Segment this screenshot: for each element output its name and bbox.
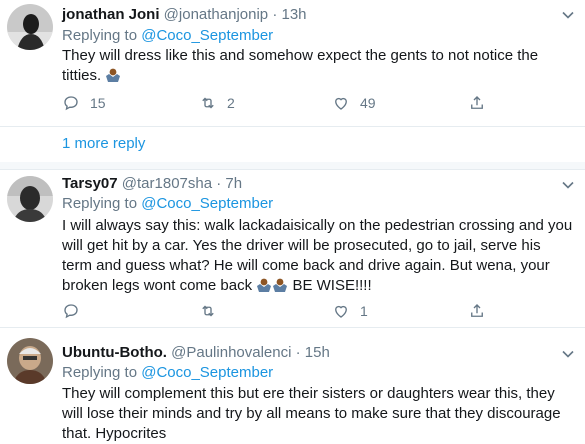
text-line: will lose their minds and try by all mea… <box>62 405 561 422</box>
tweet-text: They will dress like this and somehow ex… <box>62 46 572 86</box>
tweet[interactable]: jonathan Joni @jonathanjonip · 13h Reply… <box>0 0 585 122</box>
separator-dot: · <box>272 6 278 23</box>
reply-button[interactable]: 15 <box>62 93 106 113</box>
replying-to-label: Replying to <box>62 364 138 381</box>
user-handle[interactable]: @Paulinhovalenci <box>171 344 291 361</box>
reply-count: 15 <box>90 95 106 111</box>
reply-icon <box>64 96 78 111</box>
avatar[interactable] <box>7 4 53 50</box>
tweet-text: I will always say this: walk lackadaisic… <box>62 216 582 296</box>
replying-to: Replying to @Coco_September <box>62 364 273 381</box>
tweet-header: Ubuntu-Botho. @Paulinhovalenci · 15h <box>62 344 330 361</box>
text-line: that. Hypocrites <box>62 425 167 442</box>
retweet-icon <box>202 305 214 317</box>
man-shrugging-emoji <box>257 278 272 292</box>
avatar[interactable] <box>7 338 53 384</box>
tweet-actions: 15 2 49 <box>62 93 532 113</box>
timestamp[interactable]: 7h <box>225 175 242 192</box>
tweet-text: They will complement this but ere their … <box>62 384 582 444</box>
reply-icon <box>64 304 78 319</box>
share-button[interactable] <box>468 93 486 113</box>
like-button[interactable]: 49 <box>332 93 376 113</box>
tweet-actions: 1 <box>62 301 532 321</box>
display-name[interactable]: Tarsy07 <box>62 175 118 192</box>
thread-gap <box>0 162 585 169</box>
user-handle[interactable]: @tar1807sha <box>122 175 212 192</box>
reply-button[interactable] <box>62 301 90 321</box>
share-button[interactable] <box>468 301 486 321</box>
retweet-button[interactable]: 2 <box>199 93 235 113</box>
like-icon <box>335 305 347 318</box>
text-line: term and guess what? He will come back a… <box>62 257 550 274</box>
tweet-header: Tarsy07 @tar1807sha · 7h <box>62 175 242 192</box>
retweet-count: 2 <box>227 95 235 111</box>
tweet[interactable]: Tarsy07 @tar1807sha · 7h Replying to @Co… <box>0 170 585 325</box>
mention-link[interactable]: @Coco_September <box>141 195 273 212</box>
caret-down-icon[interactable] <box>561 178 575 192</box>
retweet-icon <box>202 97 214 109</box>
mention-link[interactable]: @Coco_September <box>141 364 273 381</box>
like-icon <box>335 97 347 110</box>
mention-link[interactable]: @Coco_September <box>141 27 273 44</box>
timestamp[interactable]: 15h <box>305 344 330 361</box>
more-replies-row[interactable]: 1 more reply <box>0 127 585 162</box>
retweet-button[interactable] <box>199 301 227 321</box>
replying-to-label: Replying to <box>62 195 138 212</box>
like-count: 49 <box>360 95 376 111</box>
text-line: They will dress like this and somehow ex… <box>62 47 539 64</box>
man-shrugging-emoji <box>106 68 121 82</box>
share-icon <box>471 96 483 109</box>
avatar[interactable] <box>7 176 53 222</box>
text-line: titties. <box>62 66 572 86</box>
like-count: 1 <box>360 303 368 319</box>
man-shrugging-emoji <box>273 278 288 292</box>
replying-to: Replying to @Coco_September <box>62 195 273 212</box>
text-line: They will complement this but ere their … <box>62 385 555 402</box>
text-line: will get hit by a car. Yes the driver wi… <box>62 237 541 254</box>
share-icon <box>471 304 483 317</box>
replying-to: Replying to @Coco_September <box>62 27 273 44</box>
more-replies-link[interactable]: 1 more reply <box>62 135 145 152</box>
text-line: I will always say this: walk lackadaisic… <box>62 217 573 234</box>
like-button[interactable]: 1 <box>332 301 368 321</box>
text-line: broken legs wont come back BE WISE!!!! <box>62 277 372 294</box>
tweet[interactable]: Ubuntu-Botho. @Paulinhovalenci · 15h Rep… <box>0 328 585 442</box>
replying-to-label: Replying to <box>62 27 138 44</box>
separator-dot: · <box>216 175 222 192</box>
timestamp[interactable]: 13h <box>282 6 307 23</box>
caret-down-icon[interactable] <box>561 8 575 22</box>
user-handle[interactable]: @jonathanjonip <box>164 6 268 23</box>
caret-down-icon[interactable] <box>561 347 575 361</box>
display-name[interactable]: Ubuntu-Botho. <box>62 344 167 361</box>
tweet-header: jonathan Joni @jonathanjonip · 13h <box>62 6 307 23</box>
separator-dot: · <box>295 344 301 361</box>
display-name[interactable]: jonathan Joni <box>62 6 160 23</box>
